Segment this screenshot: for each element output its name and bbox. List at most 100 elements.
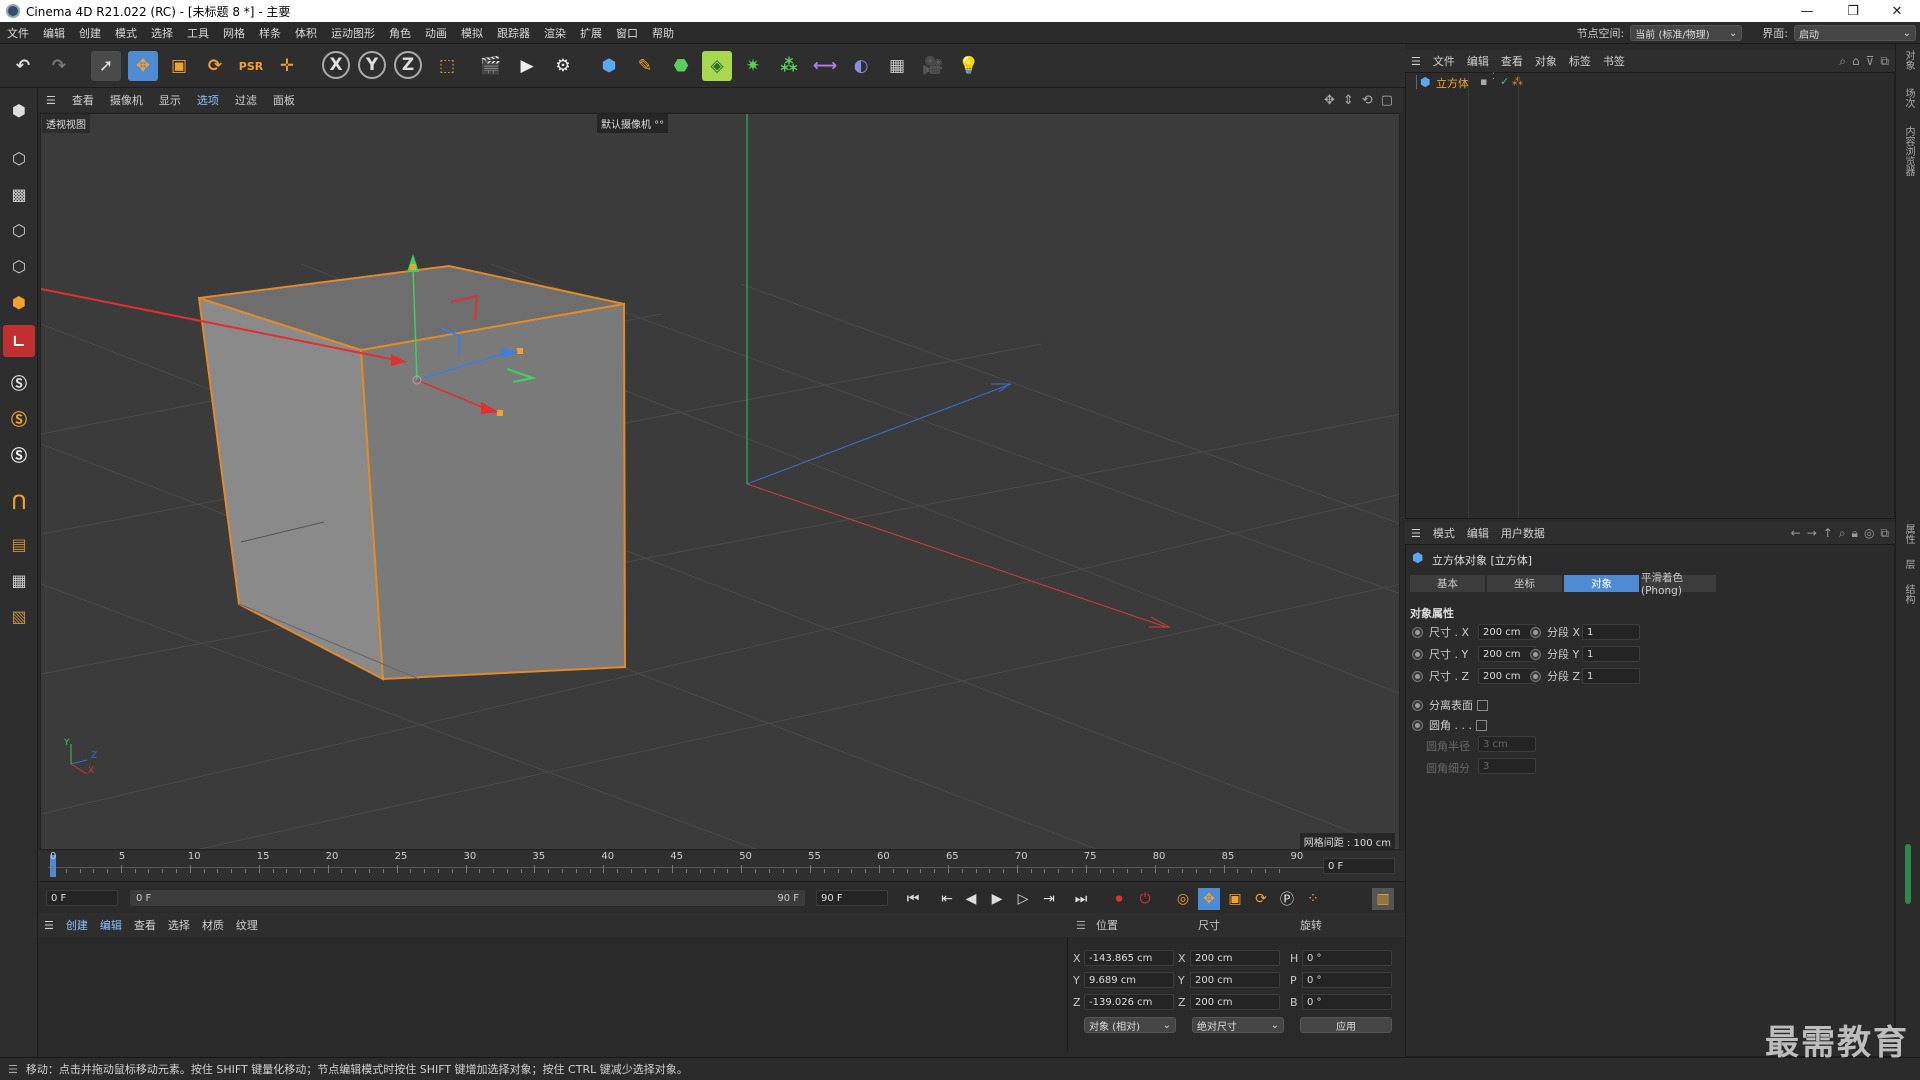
mat-menu-view[interactable]: 查看 bbox=[128, 917, 162, 933]
field-icon[interactable]: ◐ bbox=[846, 51, 876, 81]
zoom-view-icon[interactable]: ⇕ bbox=[1343, 93, 1354, 108]
side-tab-content-browser[interactable]: 内容浏览器 bbox=[1901, 126, 1916, 176]
mat-menu-select[interactable]: 选择 bbox=[162, 917, 196, 933]
obj-menu-file[interactable]: 文件 bbox=[1427, 53, 1461, 69]
coordinate-system-icon[interactable]: ⬚ bbox=[432, 51, 462, 81]
make-editable-icon[interactable]: ⬢ bbox=[3, 94, 35, 126]
tab-basic[interactable]: 基本 bbox=[1410, 575, 1485, 592]
undo-icon[interactable]: ↶ bbox=[8, 51, 38, 81]
vp-menu-cameras[interactable]: 摄像机 bbox=[102, 92, 151, 108]
visibility-dots-icon[interactable]: ⁚ bbox=[1492, 73, 1495, 82]
attr-menu-edit[interactable]: 编辑 bbox=[1461, 525, 1495, 541]
animate-radio-icon[interactable] bbox=[1530, 648, 1541, 660]
rotation-h-field[interactable]: 0 ° bbox=[1302, 950, 1392, 966]
side-tab-structure[interactable]: 结构 bbox=[1901, 584, 1916, 604]
menu-render[interactable]: 渲染 bbox=[537, 25, 573, 41]
hamburger-icon[interactable]: ☰ bbox=[38, 919, 60, 932]
filter-icon[interactable]: ⊽ bbox=[1866, 54, 1875, 69]
hamburger-icon[interactable]: ☰ bbox=[1076, 919, 1086, 932]
menu-create[interactable]: 创建 bbox=[72, 25, 108, 41]
new-window-icon[interactable]: ⧉ bbox=[1880, 54, 1889, 69]
camera-icon[interactable]: 🎥 bbox=[918, 51, 948, 81]
vp-menu-filter[interactable]: 过滤 bbox=[227, 92, 265, 108]
move-tool-icon[interactable]: ✥ bbox=[128, 51, 158, 81]
side-tab-takes[interactable]: 场次 bbox=[1901, 88, 1916, 108]
menu-mesh[interactable]: 网格 bbox=[216, 25, 252, 41]
menu-mograph[interactable]: 运动图形 bbox=[324, 25, 382, 41]
back-arrow-icon[interactable]: ← bbox=[1791, 526, 1801, 541]
minimize-button[interactable]: — bbox=[1784, 0, 1830, 22]
axis-mode-icon[interactable]: ∟ bbox=[3, 325, 35, 357]
record-position-icon[interactable]: ✥ bbox=[1198, 888, 1220, 910]
size-mode-dropdown[interactable]: 绝对尺寸 ⌄ bbox=[1192, 1017, 1284, 1033]
apply-button[interactable]: 应用 bbox=[1300, 1017, 1392, 1033]
rotate-view-icon[interactable]: ⟲ bbox=[1362, 93, 1373, 108]
pen-spline-icon[interactable]: ✎ bbox=[630, 51, 660, 81]
mat-menu-texture[interactable]: 纹理 bbox=[230, 917, 264, 933]
menu-mode[interactable]: 模式 bbox=[108, 25, 144, 41]
recent-tool-icon[interactable]: PSR bbox=[236, 51, 266, 81]
menu-volume[interactable]: 体积 bbox=[288, 25, 324, 41]
pan-view-icon[interactable]: ✥ bbox=[1324, 93, 1335, 108]
autokey-icon[interactable]: ⏻ bbox=[1134, 888, 1156, 910]
obj-menu-edit[interactable]: 编辑 bbox=[1461, 53, 1495, 69]
attr-menu-mode[interactable]: 模式 bbox=[1427, 525, 1461, 541]
start-frame-field[interactable]: 0 F bbox=[46, 890, 118, 906]
vp-menu-panel[interactable]: 面板 bbox=[265, 92, 303, 108]
timeline-window-icon[interactable]: ▥ bbox=[1372, 888, 1394, 910]
perspective-viewport[interactable]: 透视视图 默认摄像机 °° Y Z X 网格间距 : 100 cm bbox=[40, 113, 1400, 850]
position-z-field[interactable]: -139.026 cm bbox=[1084, 994, 1174, 1010]
menu-animate[interactable]: 动画 bbox=[418, 25, 454, 41]
node-space-dropdown[interactable]: 当前 (标准/物理) ⌄ bbox=[1630, 25, 1743, 41]
mat-menu-edit[interactable]: 编辑 bbox=[94, 917, 128, 933]
segments-z-input[interactable]: 1 bbox=[1582, 668, 1640, 684]
animate-radio-icon[interactable] bbox=[1412, 626, 1423, 638]
obj-menu-view[interactable]: 查看 bbox=[1495, 53, 1529, 69]
rotate-tool-icon[interactable]: ⟳ bbox=[200, 51, 230, 81]
separate-surfaces-checkbox[interactable] bbox=[1477, 699, 1488, 711]
side-tab-objects[interactable]: 对象 bbox=[1901, 50, 1916, 70]
record-active-icon[interactable]: ⏺ bbox=[1108, 888, 1130, 910]
hamburger-icon[interactable]: ☰ bbox=[8, 1063, 18, 1076]
segments-y-input[interactable]: 1 bbox=[1582, 646, 1640, 662]
tab-object[interactable]: 对象 bbox=[1564, 575, 1639, 592]
menu-character[interactable]: 角色 bbox=[382, 25, 418, 41]
solo-hierarchy-icon[interactable]: Ⓢ bbox=[3, 402, 35, 434]
previous-key-icon[interactable]: ⇤ bbox=[936, 888, 958, 910]
transform-tool-icon[interactable]: ✛ bbox=[272, 51, 302, 81]
animate-radio-icon[interactable] bbox=[1530, 670, 1541, 682]
go-to-start-icon[interactable]: ⏮ bbox=[902, 888, 924, 910]
current-frame-field[interactable]: 0 F bbox=[1323, 858, 1395, 874]
menu-tracker[interactable]: 跟踪器 bbox=[490, 25, 537, 41]
layer-icon[interactable]: ▪ bbox=[1480, 75, 1487, 88]
size-x-field[interactable]: 200 cm bbox=[1190, 950, 1280, 966]
snap-icon[interactable]: ⋂ bbox=[3, 484, 35, 516]
texture-mode-icon[interactable]: ▩ bbox=[3, 178, 35, 210]
maximize-view-icon[interactable]: ▢ bbox=[1381, 93, 1393, 108]
go-to-end-icon[interactable]: ⏭ bbox=[1070, 888, 1092, 910]
hamburger-icon[interactable]: ☰ bbox=[1405, 55, 1427, 68]
obj-menu-objects[interactable]: 对象 bbox=[1529, 53, 1563, 69]
cube-object[interactable] bbox=[197, 264, 627, 681]
cube-primitive-icon[interactable]: ⬢ bbox=[594, 51, 624, 81]
model-mode-icon[interactable]: ⬡ bbox=[3, 142, 35, 174]
menu-help[interactable]: 帮助 bbox=[645, 25, 681, 41]
segments-x-input[interactable]: 1 bbox=[1582, 624, 1640, 640]
menu-simulate[interactable]: 模拟 bbox=[454, 25, 490, 41]
new-window-icon[interactable]: ⧉ bbox=[1880, 526, 1889, 541]
position-x-field[interactable]: -143.865 cm bbox=[1084, 950, 1174, 966]
up-arrow-icon[interactable]: ↑ bbox=[1823, 526, 1833, 541]
size-y-input[interactable]: 200 cm bbox=[1478, 646, 1536, 662]
animate-radio-icon[interactable] bbox=[1412, 699, 1423, 711]
redo-icon[interactable]: ↷ bbox=[44, 51, 74, 81]
animate-radio-icon[interactable] bbox=[1412, 648, 1423, 660]
fillet-checkbox[interactable] bbox=[1475, 719, 1487, 731]
floor-scene-icon[interactable]: ▦ bbox=[882, 51, 912, 81]
menu-file[interactable]: 文件 bbox=[0, 25, 36, 41]
subdivision-surface-icon[interactable]: ⬣ bbox=[666, 51, 696, 81]
next-frame-icon[interactable]: ▷ bbox=[1012, 888, 1034, 910]
x-axis-lock-icon[interactable]: X bbox=[322, 51, 350, 79]
polygons-mode-icon[interactable]: ⬢ bbox=[3, 286, 35, 318]
workplane-icon[interactable]: ▤ bbox=[3, 528, 35, 560]
next-key-icon[interactable]: ⇥ bbox=[1038, 888, 1060, 910]
